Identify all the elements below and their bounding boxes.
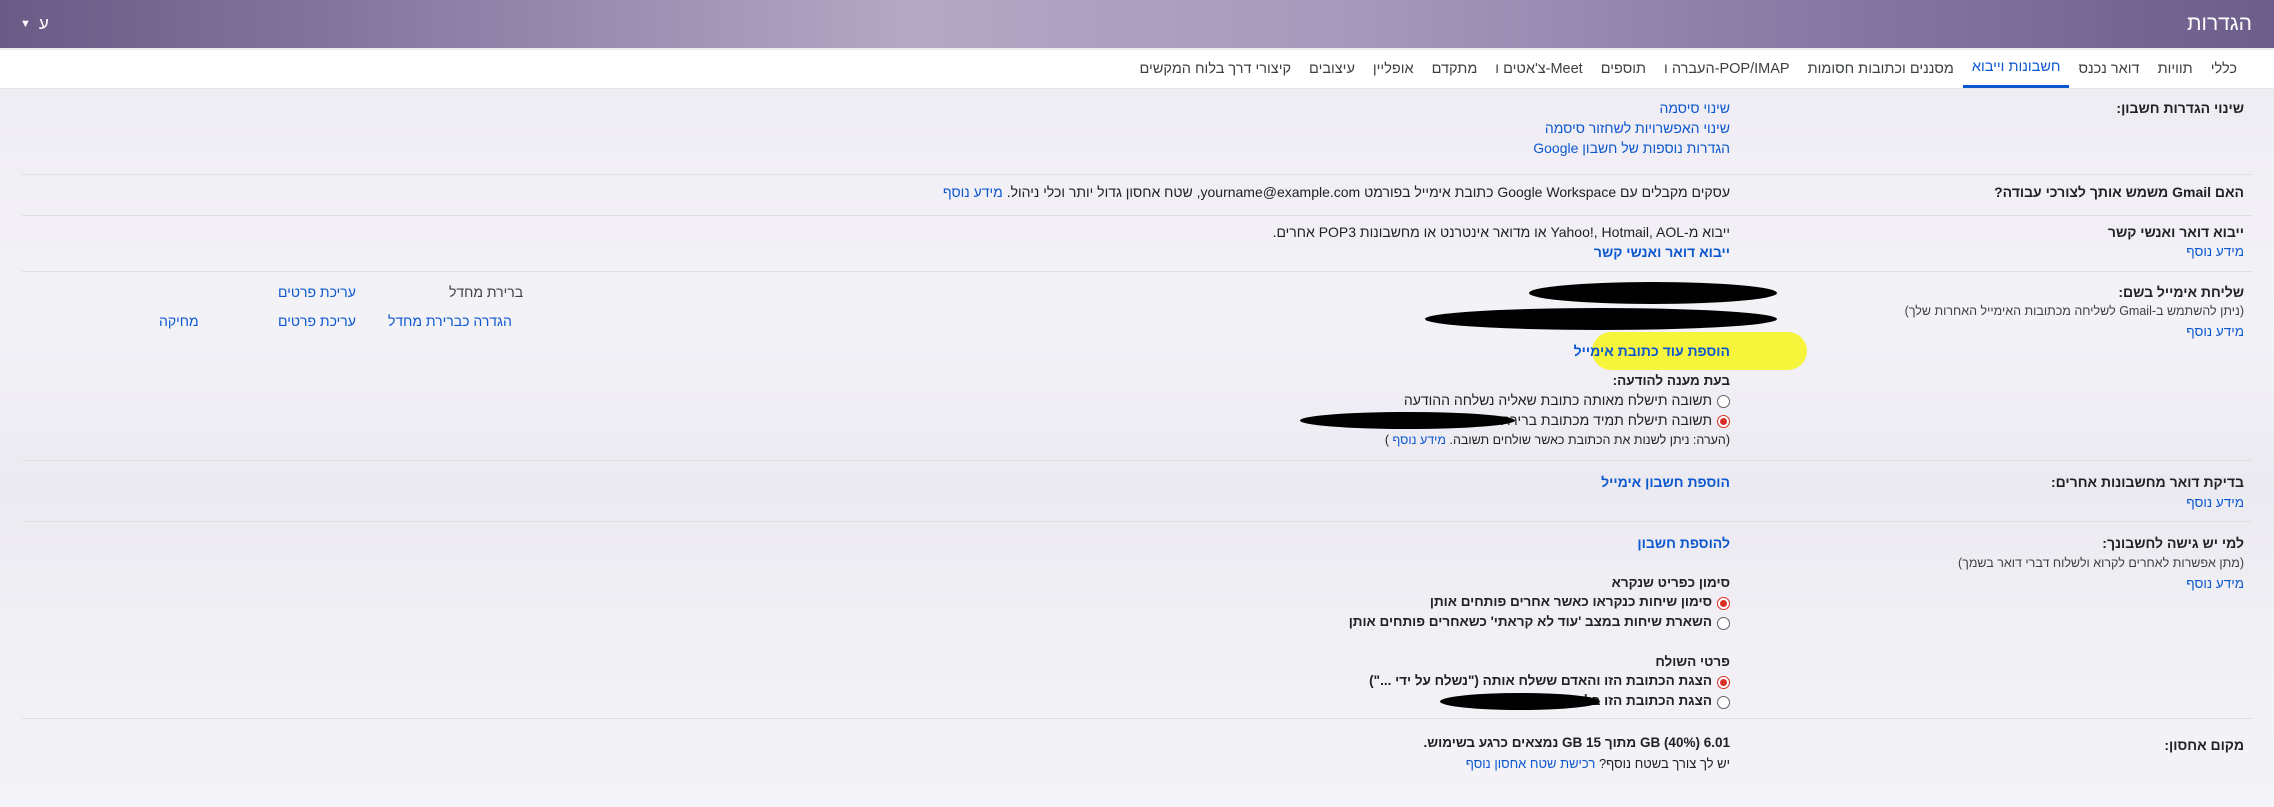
reply-note-text: (הערה: ניתן לשנות את הכתובת כאשר שולחים … <box>1449 433 1731 447</box>
tab-chat-meet[interactable]: צ'אטים ו-Meet <box>1486 50 1591 88</box>
workspace-label: האם Gmail משמש אותך לצורכי עבודה? <box>1994 184 2244 200</box>
tab-offline[interactable]: אופליין <box>1364 50 1423 88</box>
show-both-radio[interactable] <box>1717 676 1730 689</box>
mark-as-read-title: סימון כפריט שנקרא <box>1611 575 1730 590</box>
reply-label: בעת מענה להודעה: <box>1612 373 1730 388</box>
mark-read-radio[interactable] <box>1717 597 1730 610</box>
storage-label: מקום אחסון: <box>2164 737 2244 753</box>
reply-note: (הערה: ניתן לשנות את הכתובת כאשר שולחים … <box>1385 433 1730 447</box>
tab-themes[interactable]: עיצובים <box>1300 50 1364 88</box>
change-account-label: שינוי הגדרות חשבון: <box>2116 100 2244 116</box>
edit-info-link-1[interactable]: עריכת פרטים <box>278 284 356 300</box>
chevron-down-icon: ▼ <box>20 18 31 30</box>
section-change-account: שינוי הגדרות חשבון: שינוי סיסמה שינוי הא… <box>22 90 2252 175</box>
tab-general[interactable]: כללי <box>2202 50 2246 88</box>
leave-unread-radio[interactable] <box>1717 617 1730 630</box>
input-tool-label: ע <box>38 14 49 33</box>
leave-unread-label: השארת שיחות במצב 'עוד לא קראתי' כשאחרים … <box>1348 614 1712 629</box>
tab-advanced[interactable]: מתקדם <box>1423 50 1487 88</box>
page-title: הגדרות <box>2186 12 2252 35</box>
import-mail-contacts-link[interactable]: ייבוא דואר ואנשי קשר <box>1594 244 1730 260</box>
mark-read-label: סימון שיחות כנקראו כאשר אחרים פותחים אות… <box>1429 594 1712 609</box>
tab-forwarding-pop-imap[interactable]: העברה ו-POP/IMAP <box>1655 50 1799 88</box>
reply-note-learn-more-link[interactable]: מידע נוסף <box>1393 433 1447 447</box>
reply-note-close: ) <box>1384 433 1390 447</box>
default-status: ברירת מחדל <box>449 284 524 300</box>
storage-usage: 6.01 GB (40%) מתוך 15 GB נמצאים כרגע בשי… <box>1423 735 1730 750</box>
section-workspace: האם Gmail משמש אותך לצורכי עבודה? עסקים … <box>22 175 2252 216</box>
sender-info-title: פרטי השולח <box>1655 654 1730 669</box>
add-mail-account-link[interactable]: הוספת חשבון אימייל <box>1601 474 1730 490</box>
google-account-settings-link[interactable]: הגדרות נוספות של חשבון Google <box>1533 140 1730 156</box>
reply-same-address-label: תשובה תישלח מאותה כתובת שאליה נשלחה ההוד… <box>1403 392 1712 408</box>
section-grant-access: למי יש גישה לחשבונך: (מתן אפשרות לאחרים … <box>22 522 2252 719</box>
import-learn-more-link[interactable]: מידע נוסף <box>2186 244 2244 259</box>
grant-access-sub: (מתן אפשרות לאחרים לקרוא ולשלוח דברי דוא… <box>1957 556 2244 570</box>
workspace-text: עסקים מקבלים עם Google Workspace כתובת א… <box>943 184 1730 200</box>
import-label: ייבוא דואר ואנשי קשר <box>2107 224 2244 240</box>
tab-keyboard-shortcuts[interactable]: קיצורי דרך בלוח המקשים <box>1131 50 1301 88</box>
header-bar: הגדרות ▼ ע <box>0 0 2274 48</box>
show-only-radio[interactable] <box>1717 696 1730 709</box>
add-another-email-link[interactable]: הוספת עוד כתובת אימייל <box>1574 343 1730 359</box>
storage-question: יש לך צורך בשטח נוסף? <box>1598 756 1730 771</box>
section-storage: מקום אחסון: 6.01 GB (40%) מתוך 15 GB נמצ… <box>22 719 2252 807</box>
edit-info-link-2[interactable]: עריכת פרטים <box>278 313 356 329</box>
workspace-learn-more-link[interactable]: מידע נוסף <box>943 184 1003 200</box>
add-another-account-link[interactable]: להוספת חשבון <box>1637 535 1730 551</box>
tab-labels[interactable]: תוויות <box>2149 50 2202 88</box>
change-password-link[interactable]: שינוי סיסמה <box>1659 100 1730 116</box>
storage-more: יש לך צורך בשטח נוסף? רכישת שטח אחסון נו… <box>1466 756 1730 771</box>
grant-access-learn-more-link[interactable]: מידע נוסף <box>2186 576 2244 591</box>
grant-access-label: למי יש גישה לחשבונך: <box>2102 535 2244 551</box>
redacted-address-1 <box>1529 282 1777 304</box>
send-as-label: שליחת אימייל בשם: <box>2118 284 2244 300</box>
send-as-learn-more-link[interactable]: מידע נוסף <box>2186 324 2244 339</box>
redacted-address-3 <box>1440 693 1600 710</box>
show-both-label: הצגת הכתובת הזו והאדם ששלח אותה ("נשלח ע… <box>1369 673 1712 688</box>
change-recovery-link[interactable]: שינוי האפשרויות לשחזור סיסמה <box>1545 120 1730 136</box>
reply-default-address-radio[interactable] <box>1717 415 1730 428</box>
check-mail-label: בדיקת דואר מחשבונות אחרים: <box>2050 474 2244 490</box>
settings-tabs-bar: כללי תוויות דואר נכנס חשבונות וייבוא מסנ… <box>0 50 2274 89</box>
tab-inbox[interactable]: דואר נכנס <box>2069 50 2148 88</box>
tab-filters[interactable]: מסננים וכתובות חסומות <box>1799 50 1963 88</box>
import-description: ייבוא מ-Yahoo!, Hotmail, AOL או מדואר אי… <box>1272 224 1730 240</box>
delete-link[interactable]: מחיקה <box>159 313 199 329</box>
redacted-address-2 <box>1425 308 1777 330</box>
redacted-default-address <box>1300 412 1515 429</box>
reply-same-address-radio[interactable] <box>1717 395 1730 408</box>
send-as-sub: (ניתן להשתמש ב-Gmail לשליחה מכתובות האימ… <box>1904 304 2244 318</box>
buy-storage-link[interactable]: רכישת שטח אחסון נוסף <box>1466 756 1596 771</box>
section-check-mail: בדיקת דואר מחשבונות אחרים: מידע נוסף הוס… <box>22 461 2252 522</box>
section-import: ייבוא דואר ואנשי קשר מידע נוסף ייבוא מ-Y… <box>22 216 2252 272</box>
tab-accounts-import[interactable]: חשבונות וייבוא <box>1962 50 2070 88</box>
settings-tabs: כללי תוויות דואר נכנס חשבונות וייבוא מסנ… <box>1131 50 2246 88</box>
tab-addons[interactable]: תוספים <box>1592 50 1655 88</box>
check-mail-learn-more-link[interactable]: מידע נוסף <box>2186 495 2244 510</box>
workspace-description: עסקים מקבלים עם Google Workspace כתובת א… <box>1006 184 1730 200</box>
input-tools-menu[interactable]: ▼ ע <box>20 14 49 34</box>
section-send-as: שליחת אימייל בשם: (ניתן להשתמש ב-Gmail ל… <box>22 272 2252 461</box>
make-default-link[interactable]: הגדרה כברירת מחדל <box>388 313 512 329</box>
